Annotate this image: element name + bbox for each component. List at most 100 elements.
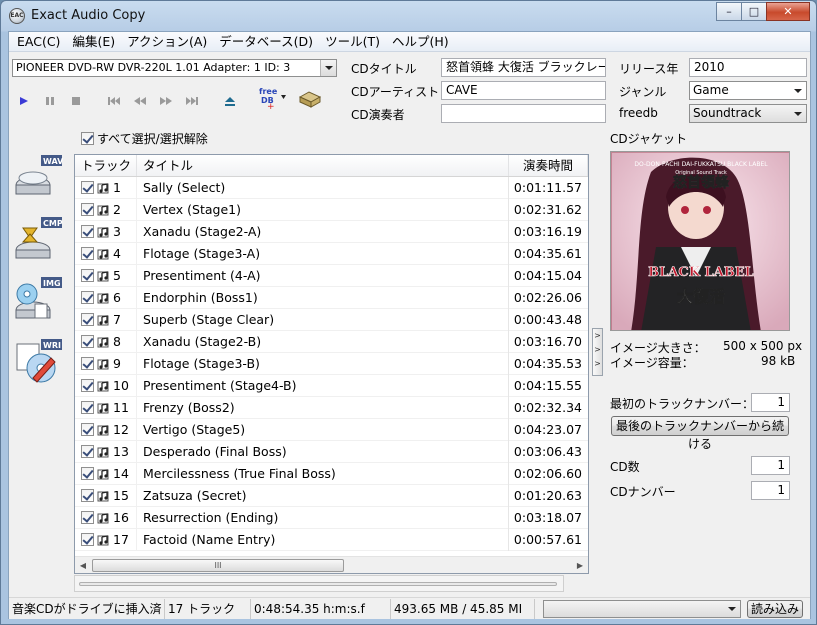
scroll-right-icon[interactable]: ▶ xyxy=(573,559,587,572)
column-header-time[interactable]: 演奏時間 xyxy=(509,155,588,176)
chevron-down-icon[interactable] xyxy=(790,105,806,122)
track-title[interactable]: Frenzy (Boss2) xyxy=(137,396,509,419)
menu-tools[interactable]: ツール(T) xyxy=(319,32,386,51)
table-row[interactable]: 11 Frenzy (Boss2) 0:02:32.34 xyxy=(75,396,588,419)
track-title[interactable]: Flotage (Stage3-B) xyxy=(137,352,509,375)
track-title[interactable]: Endorphin (Boss1) xyxy=(137,286,509,309)
track-checkbox[interactable] xyxy=(81,467,94,480)
column-header-title[interactable]: タイトル xyxy=(137,155,509,176)
chevron-down-icon[interactable] xyxy=(320,60,336,76)
release-year-field[interactable]: 2010 xyxy=(689,58,807,77)
panel-toggle-button[interactable]: > > > xyxy=(592,328,603,376)
table-row[interactable]: 13 Desperado (Final Boss) 0:03:06.43 xyxy=(75,440,588,463)
table-row[interactable]: 15 Zatsuza (Secret) 0:01:20.63 xyxy=(75,484,588,507)
track-title[interactable]: Xanadu (Stage2-A) xyxy=(137,220,509,243)
genre-select[interactable]: Game xyxy=(689,81,807,100)
cd-artist-field[interactable]: CAVE xyxy=(441,81,606,100)
continue-numbering-button[interactable]: 最後のトラックナンバーから続ける xyxy=(611,416,789,451)
table-row[interactable]: 2 Vertex (Stage1) 0:02:31.62 xyxy=(75,198,588,221)
track-title[interactable]: Sally (Select) xyxy=(137,176,509,199)
track-checkbox[interactable] xyxy=(81,225,94,238)
pause-icon[interactable] xyxy=(41,92,59,110)
load-button[interactable]: 読み込み xyxy=(747,599,803,618)
track-checkbox[interactable] xyxy=(81,489,94,502)
table-row[interactable]: 14 Mercilessness (True Final Boss) 0:02:06… xyxy=(75,462,588,485)
menu-help[interactable]: ヘルプ(H) xyxy=(386,32,455,51)
track-checkbox[interactable] xyxy=(81,247,94,260)
track-checkbox[interactable] xyxy=(81,357,94,370)
copy-wav-button[interactable]: WAV xyxy=(13,152,64,204)
table-row[interactable]: 17 Factoid (Name Entry) 0:00:57.61 xyxy=(75,528,588,551)
cd-title-field[interactable]: 怒首領蜂 大復活 ブラックレーベ xyxy=(441,58,606,77)
track-title[interactable]: Flotage (Stage3-A) xyxy=(137,242,509,265)
stop-icon[interactable] xyxy=(67,92,85,110)
table-row[interactable]: 9 Flotage (Stage3-B) 0:04:35.53 xyxy=(75,352,588,375)
track-checkbox[interactable] xyxy=(81,445,94,458)
copy-compressed-button[interactable]: CMP xyxy=(13,214,63,266)
chevron-down-icon[interactable] xyxy=(790,82,806,99)
table-row[interactable]: 12 Vertigo (Stage5) 0:04:23.07 xyxy=(75,418,588,441)
action-select[interactable] xyxy=(543,599,741,618)
track-title[interactable]: Presentiment (4-A) xyxy=(137,264,509,287)
rewind-icon[interactable] xyxy=(131,92,149,110)
table-row[interactable]: 10 Presentiment (Stage4-B) 0:04:15.55 xyxy=(75,374,588,397)
chevron-down-icon[interactable] xyxy=(724,601,740,617)
track-title[interactable]: Mercilessness (True Final Boss) xyxy=(137,462,509,485)
drive-options-icon[interactable] xyxy=(297,90,323,108)
play-icon[interactable] xyxy=(15,92,33,110)
menu-database[interactable]: データベース(D) xyxy=(213,32,319,51)
table-row[interactable]: 4 Flotage (Stage3-A) 0:04:35.61 xyxy=(75,242,588,265)
table-row[interactable]: 7 Superb (Stage Clear) 0:00:43.48 xyxy=(75,308,588,331)
freedb-category-select[interactable]: Soundtrack xyxy=(689,104,807,123)
track-title[interactable]: Desperado (Final Boss) xyxy=(137,440,509,463)
table-row[interactable]: 5 Presentiment (4-A) 0:04:15.04 xyxy=(75,264,588,287)
track-checkbox[interactable] xyxy=(81,335,94,348)
track-title[interactable]: Factoid (Name Entry) xyxy=(137,528,509,551)
drive-select[interactable]: PIONEER DVD-RW DVR-220L 1.01 Adapter: 1 … xyxy=(12,59,337,77)
track-checkbox[interactable] xyxy=(81,269,94,282)
scroll-left-icon[interactable]: ◀ xyxy=(76,559,90,572)
fast-forward-icon[interactable] xyxy=(157,92,175,110)
minimize-button[interactable]: – xyxy=(716,2,742,21)
track-title[interactable]: Xanadu (Stage2-B) xyxy=(137,330,509,353)
table-row[interactable]: 3 Xanadu (Stage2-A) 0:03:16.19 xyxy=(75,220,588,243)
column-header-track[interactable]: トラック xyxy=(75,155,137,176)
eject-icon[interactable] xyxy=(221,92,239,110)
menu-eac[interactable]: EAC(C) xyxy=(11,32,66,51)
table-row[interactable]: 1 Sally (Select) 0:01:11.57 xyxy=(75,176,588,199)
checkbox-icon[interactable] xyxy=(81,132,94,145)
menu-action[interactable]: アクション(A) xyxy=(121,32,213,51)
track-title[interactable]: Vertex (Stage1) xyxy=(137,198,509,221)
close-button[interactable]: ✕ xyxy=(766,2,810,21)
table-row[interactable]: 6 Endorphin (Boss1) 0:02:26.06 xyxy=(75,286,588,309)
track-checkbox[interactable] xyxy=(81,203,94,216)
cd-number-field[interactable]: 1 xyxy=(751,481,790,500)
menu-edit[interactable]: 編集(E) xyxy=(66,32,121,51)
track-title[interactable]: Vertigo (Stage5) xyxy=(137,418,509,441)
horizontal-scrollbar[interactable]: ◀ III ▶ xyxy=(75,556,588,573)
track-checkbox[interactable] xyxy=(81,291,94,304)
write-cd-button[interactable]: WRI xyxy=(13,336,63,388)
select-all-checkbox[interactable]: すべて選択/選択解除 xyxy=(81,130,208,147)
previous-track-icon[interactable] xyxy=(105,92,123,110)
track-checkbox[interactable] xyxy=(81,401,94,414)
track-checkbox[interactable] xyxy=(81,313,94,326)
track-title[interactable]: Presentiment (Stage4-B) xyxy=(137,374,509,397)
copy-image-button[interactable]: IMG xyxy=(13,274,63,326)
track-checkbox[interactable] xyxy=(81,533,94,546)
table-row[interactable]: 16 Resurrection (Ending) 0:03:18.07 xyxy=(75,506,588,529)
freedb-icon[interactable]: free DB + xyxy=(253,87,287,109)
track-title[interactable]: Superb (Stage Clear) xyxy=(137,308,509,331)
cd-performer-field[interactable] xyxy=(441,104,606,123)
track-list[interactable]: トラック タイトル 演奏時間 1 Sally (Select) 0:01:11.57… xyxy=(74,154,589,574)
track-title[interactable]: Resurrection (Ending) xyxy=(137,506,509,529)
track-checkbox[interactable] xyxy=(81,511,94,524)
track-checkbox[interactable] xyxy=(81,423,94,436)
next-track-icon[interactable] xyxy=(183,92,201,110)
cd-count-field[interactable]: 1 xyxy=(751,456,790,475)
maximize-button[interactable]: □ xyxy=(741,2,767,21)
track-checkbox[interactable] xyxy=(81,379,94,392)
first-track-field[interactable]: 1 xyxy=(751,393,790,412)
track-title[interactable]: Zatsuza (Secret) xyxy=(137,484,509,507)
table-row[interactable]: 8 Xanadu (Stage2-B) 0:03:16.70 xyxy=(75,330,588,353)
